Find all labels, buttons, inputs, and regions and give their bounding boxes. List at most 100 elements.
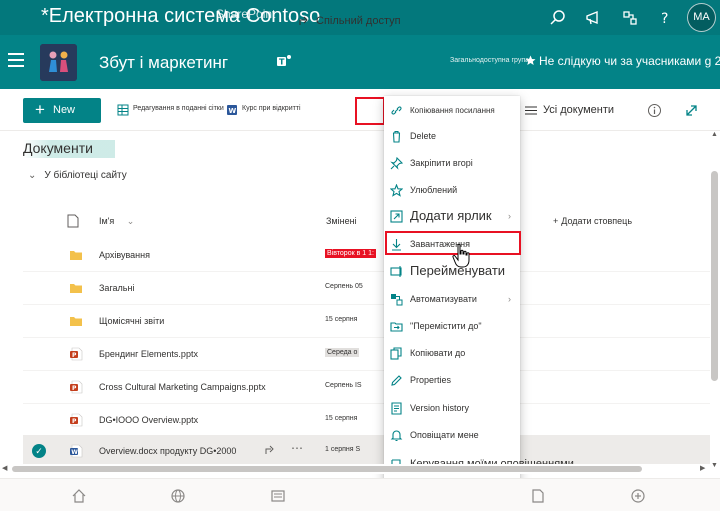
modified-date: Вівторок в 1 1:: [325, 249, 376, 258]
library-breadcrumb[interactable]: ⌄ У бібліотеці сайту: [28, 170, 127, 181]
scroll-up-icon[interactable]: ▲: [711, 131, 718, 138]
folder-icon: [70, 251, 82, 260]
automate-icon: [391, 294, 403, 306]
menu-item-copy[interactable]: Копіювати до: [384, 340, 520, 367]
svg-text:W: W: [71, 449, 78, 456]
menu-item-edit[interactable]: Properties: [384, 367, 520, 394]
svg-text:T: T: [279, 58, 285, 67]
table-row[interactable]: Загальні Серпень 05: [23, 272, 711, 305]
file-name-link[interactable]: Архівування: [99, 250, 150, 260]
menu-item-shortcut[interactable]: Додати ярлик ›: [384, 203, 520, 230]
chevron-down-icon: ⌄: [28, 170, 37, 181]
files-icon[interactable]: [530, 488, 546, 504]
svg-text:P: P: [72, 385, 77, 392]
context-menu: Копіювання посилання Delete Закріпити вгор…: [384, 96, 574, 502]
svg-text:P: P: [72, 418, 77, 425]
menu-item-label: Копіювати до: [410, 348, 466, 358]
globe-icon[interactable]: [170, 488, 186, 504]
menu-item-label: Копіювання посилання: [410, 106, 495, 115]
menu-item-history[interactable]: Version history: [384, 395, 520, 422]
modified-date: Середа о: [325, 348, 360, 357]
menu-item-link[interactable]: Копіювання посилання: [384, 97, 520, 124]
site-name[interactable]: Збут і маркетинг: [99, 53, 228, 73]
file-name-link[interactable]: Щомісячні звіти: [99, 316, 164, 326]
file-name-link[interactable]: Cross Cultural Marketing Campaigns.pptx: [99, 382, 266, 392]
share-network-icon[interactable]: [620, 8, 640, 28]
list-view-icon: [525, 106, 537, 115]
vertical-scrollbar[interactable]: ▲ ▼: [710, 131, 720, 472]
pptx-icon: P: [70, 413, 83, 427]
site-logo[interactable]: [40, 44, 77, 81]
menu-item-label: Delete: [410, 131, 437, 141]
privacy-label: Загальнодоступна група: [450, 57, 530, 64]
share-label: Спільний доступ: [316, 15, 401, 27]
news-icon[interactable]: [270, 488, 286, 504]
menu-item-move[interactable]: "Перемістити до": [384, 313, 520, 340]
search-icon[interactable]: [548, 8, 568, 28]
new-button[interactable]: + New: [23, 98, 101, 123]
scroll-down-icon[interactable]: ▼: [711, 462, 718, 469]
chevron-right-icon: ›: [508, 211, 511, 221]
table-row[interactable]: P DG•IOOO Overview.pptx 15 серпня: [23, 404, 711, 437]
hamburger-menu-icon[interactable]: [8, 53, 24, 67]
menu-item-trash[interactable]: Delete: [384, 123, 520, 150]
row-share-icon[interactable]: [264, 444, 276, 456]
home-icon[interactable]: [71, 488, 87, 504]
copy-icon: [390, 347, 402, 360]
vertical-scroll-thumb[interactable]: [711, 171, 718, 381]
expand-icon[interactable]: [684, 103, 699, 118]
checkmark-icon[interactable]: ✓: [32, 444, 46, 458]
menu-item-label: Закріпити вгорі: [410, 158, 473, 168]
scroll-left-icon[interactable]: ◀: [2, 464, 7, 472]
menu-item-label: Улюблений: [410, 185, 458, 195]
open-in-label: Курс при відкритті: [242, 105, 301, 112]
add-icon[interactable]: [630, 488, 646, 504]
column-header-name[interactable]: Ім'я ⌄: [99, 216, 134, 227]
add-column-button[interactable]: + Додати стовпець: [553, 216, 632, 226]
follow-button[interactable]: Не слідкую чи за учасниками g 20: [539, 54, 720, 68]
menu-item-pin[interactable]: Закріпити вгорі: [384, 150, 520, 177]
column-modified-label: Змінені: [326, 216, 357, 226]
menu-item-star[interactable]: Улюблений: [384, 177, 520, 204]
horizontal-scroll-thumb[interactable]: [12, 466, 642, 472]
share-button[interactable]: Спільний доступ: [298, 15, 401, 27]
horizontal-scrollbar[interactable]: ◀ ▶: [0, 464, 710, 474]
help-icon[interactable]: ?: [655, 8, 675, 28]
app-title[interactable]: *Електронна система Contoso: [41, 5, 320, 28]
chevron-down-icon: ⌄: [126, 216, 135, 226]
file-name-link[interactable]: DG•IOOO Overview.pptx: [99, 415, 198, 425]
library-title[interactable]: Документи: [23, 140, 115, 158]
table-row[interactable]: Архівування Вівторок в 1 1:: [23, 239, 711, 272]
column-header-modified[interactable]: Змінені: [326, 216, 357, 226]
menu-item-label: Оповіщати мене: [410, 430, 479, 440]
plus-icon: +: [35, 100, 45, 119]
pptx-icon: P: [70, 347, 83, 361]
view-switcher[interactable]: Усі документи: [525, 104, 614, 116]
file-name-link[interactable]: Брендинг Elements.pptx: [99, 349, 198, 359]
menu-item-label: Автоматизувати: [410, 294, 477, 304]
folder-icon: [70, 284, 82, 293]
file-name-link[interactable]: Загальні: [99, 283, 134, 293]
grid-icon: [117, 104, 129, 116]
members-count: g 20: [704, 54, 720, 68]
table-row[interactable]: P Cross Cultural Marketing Campaigns.pptx…: [23, 371, 711, 404]
more-actions-icon[interactable]: ⋯: [291, 441, 303, 455]
table-row[interactable]: Щомісячні звіти 15 серпня: [23, 305, 711, 338]
scroll-right-icon[interactable]: ▶: [700, 464, 705, 472]
file-name-link[interactable]: Overview.docx продукту DG•2000: [99, 446, 236, 456]
file-type-header-icon[interactable]: [67, 214, 79, 228]
info-icon[interactable]: [647, 103, 662, 118]
teams-icon[interactable]: T: [276, 53, 292, 69]
hand-cursor-icon: [452, 243, 470, 268]
bell-icon: [390, 430, 403, 442]
menu-item-bell[interactable]: Оповіщати мене: [384, 422, 520, 449]
star-icon[interactable]: [525, 55, 536, 66]
avatar[interactable]: MA: [687, 3, 716, 32]
pptx-icon: P: [70, 380, 83, 394]
svg-text:P: P: [72, 352, 77, 359]
menu-item-automate[interactable]: Автоматизувати ›: [384, 286, 520, 313]
table-row[interactable]: P Брендинг Elements.pptx Середа о: [23, 338, 711, 371]
modified-date: Серпень 05: [325, 283, 363, 290]
link-icon: [391, 106, 402, 115]
megaphone-icon[interactable]: [584, 8, 604, 28]
